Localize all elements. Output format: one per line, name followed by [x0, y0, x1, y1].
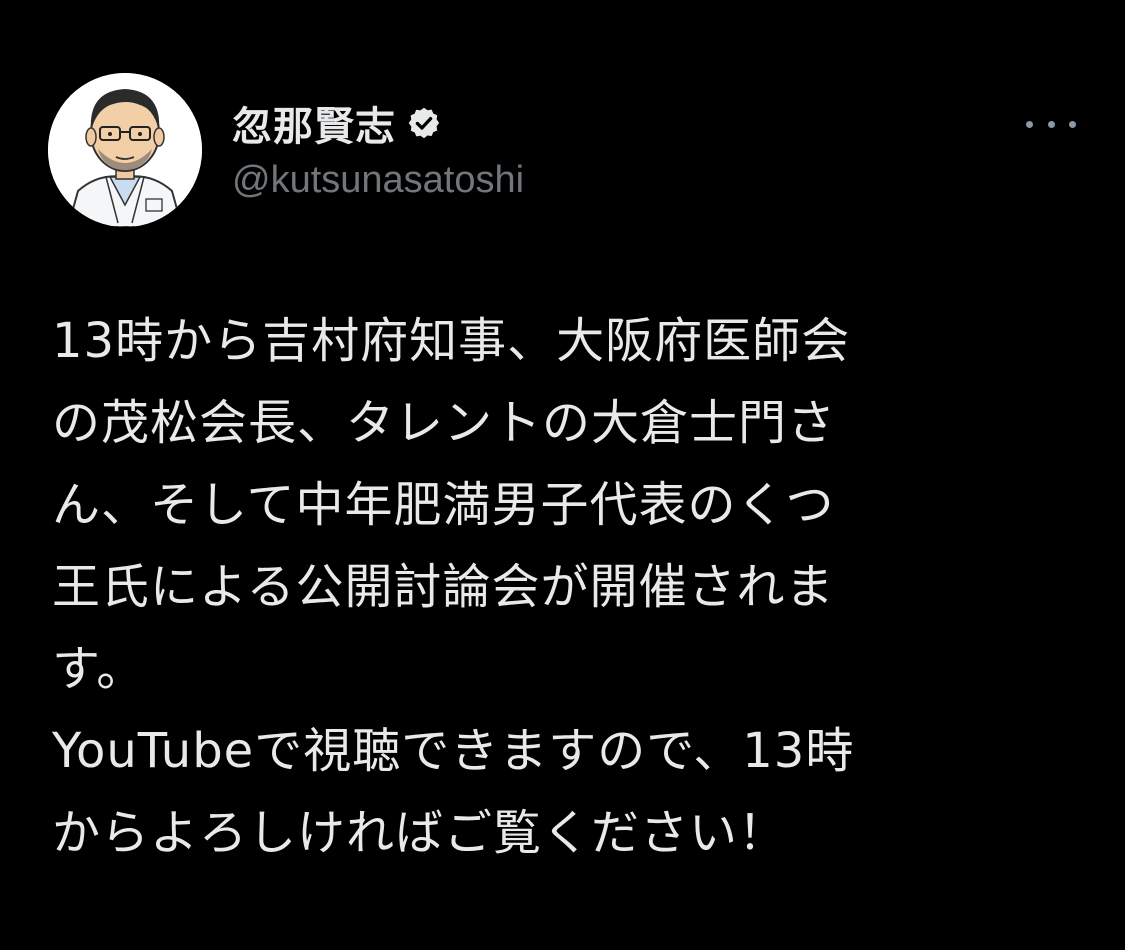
tweet-text-line: す。 — [52, 641, 146, 697]
more-dot — [1047, 120, 1055, 128]
name-row: 忽那賢志 — [232, 95, 524, 151]
tweet-text: 13時から吉村府知事、大阪府医師会 の茂松会長、タレントの大倉士門さ ん、そして… — [52, 300, 1092, 874]
tweet-text-line: YouTubeで視聴できますので、13時 — [52, 723, 855, 779]
avatar-illustration — [48, 73, 202, 227]
tweet-text-line: ん、そして中年肥満男子代表のくつ — [52, 477, 835, 533]
more-options-icon[interactable] — [1026, 104, 1076, 144]
tweet-text-line: 王氏による公開討論会が開催されま — [52, 559, 835, 615]
verified-badge-icon — [406, 105, 442, 141]
avatar[interactable] — [48, 73, 202, 227]
handle[interactable]: @kutsunasatoshi — [232, 159, 524, 202]
author-block: 忽那賢志 @kutsunasatoshi — [232, 95, 524, 202]
tweet-text-line: 13時から吉村府知事、大阪府医師会 — [52, 313, 851, 369]
display-name[interactable]: 忽那賢志 — [232, 94, 396, 152]
more-dot — [1026, 120, 1033, 128]
tweet-text-line: の茂松会長、タレントの大倉士門さ — [52, 395, 837, 451]
tweet-text-line: からよろしければご覧ください！ — [52, 805, 788, 861]
more-dot — [1069, 120, 1076, 128]
tweet: 忽那賢志 @kutsunasatoshi 13時から吉村府知事、大阪府医師会 の… — [0, 0, 1125, 950]
